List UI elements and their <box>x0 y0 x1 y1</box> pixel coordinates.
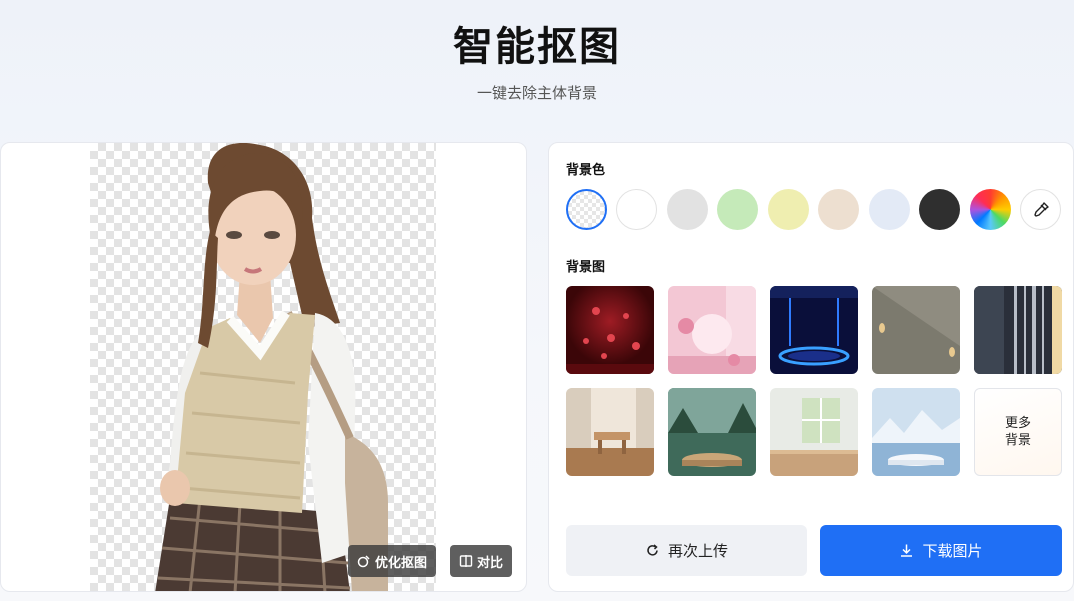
refresh-icon <box>647 544 658 556</box>
swatch-transparent[interactable] <box>566 189 607 230</box>
bg-thumb-snow-lake[interactable] <box>872 388 960 476</box>
bg-thumb-neon-stage[interactable] <box>770 286 858 374</box>
download-button[interactable]: 下载图片 <box>820 525 1062 576</box>
bg-thumb-dark-stripes[interactable] <box>974 286 1062 374</box>
download-icon <box>901 544 913 557</box>
swatch-light-gray[interactable] <box>667 189 708 230</box>
more-backgrounds-button[interactable]: 更多 背景 <box>974 388 1062 476</box>
bg-image-label: 背景图 <box>566 260 606 275</box>
bg-thumb-beige-wall[interactable] <box>872 286 960 374</box>
bg-color-label: 背景色 <box>566 163 606 178</box>
eyedropper-button[interactable] <box>1020 189 1061 230</box>
page-header: 智能抠图 一键去除主体背景 <box>0 0 1074 140</box>
reupload-button[interactable]: 再次上传 <box>566 525 807 576</box>
refine-icon <box>357 555 370 568</box>
refine-cutout-button[interactable]: 优化抠图 <box>348 545 436 577</box>
swatch-light-yellow[interactable] <box>768 189 809 230</box>
swatch-light-blue[interactable] <box>869 189 910 230</box>
reupload-label: 再次上传 <box>667 542 728 560</box>
eyedropper-icon <box>1033 201 1049 217</box>
bg-thumb-white-curtain[interactable] <box>566 388 654 476</box>
bg-thumb-red-hearts[interactable] <box>566 286 654 374</box>
swatch-color-picker[interactable] <box>970 189 1011 230</box>
compare-icon <box>459 555 473 567</box>
compare-button[interactable]: 对比 <box>450 545 512 577</box>
bg-thumb-forest-podium[interactable] <box>668 388 756 476</box>
bg-thumb-window-table[interactable] <box>770 388 858 476</box>
options-panel: 背景色 背景图 更多 背景 再次上传 下载图片 <box>548 142 1074 592</box>
compare-label: 对比 <box>476 555 503 571</box>
swatch-dark-gray[interactable] <box>919 189 960 230</box>
refine-cutout-label: 优化抠图 <box>374 555 427 571</box>
download-label: 下载图片 <box>922 542 983 560</box>
cutout-subject-image <box>155 143 388 591</box>
page-subtitle: 一键去除主体背景 <box>476 84 597 102</box>
page-title: 智能抠图 <box>453 24 621 70</box>
swatch-white[interactable] <box>616 189 657 230</box>
swatch-light-green[interactable] <box>717 189 758 230</box>
preview-panel: 优化抠图 对比 <box>0 142 527 592</box>
bg-thumb-pink-room[interactable] <box>668 286 756 374</box>
swatch-beige[interactable] <box>818 189 859 230</box>
